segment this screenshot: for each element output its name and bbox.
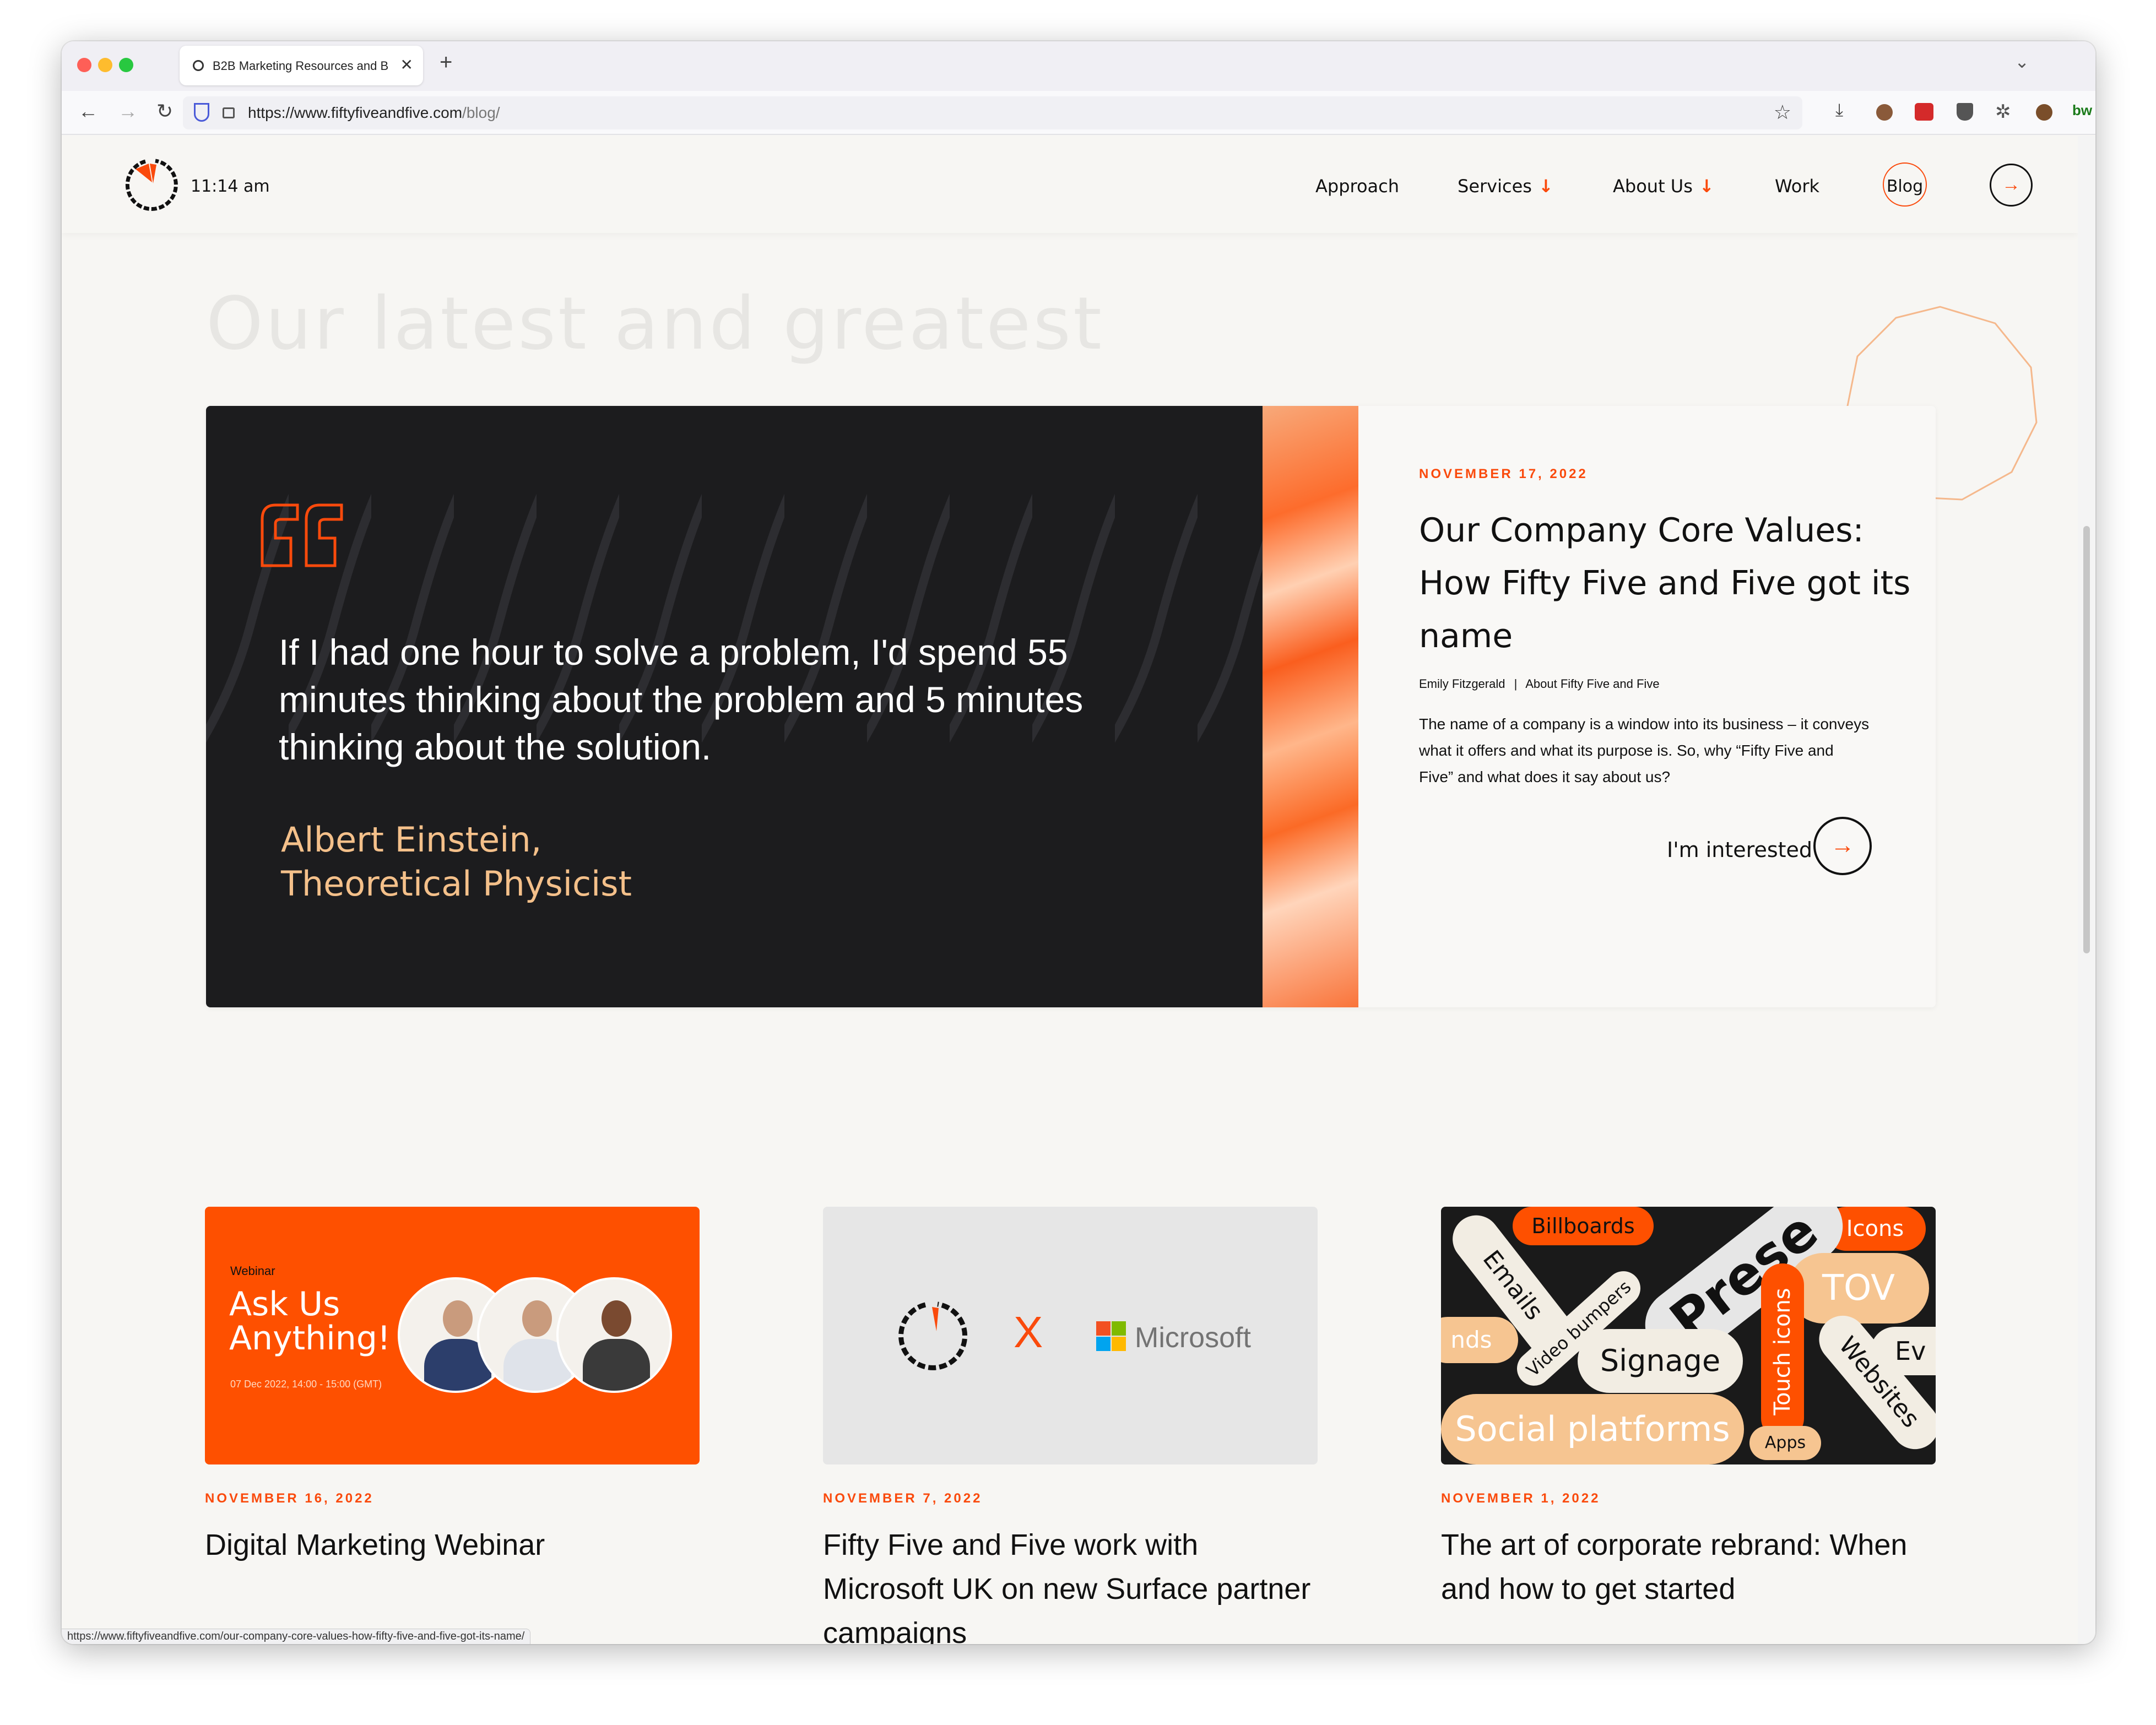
post-date: NOVEMBER 7, 2022 <box>823 1491 983 1506</box>
fifty-five-and-five-logo-icon <box>898 1301 968 1370</box>
word-pill: nds <box>1441 1317 1518 1363</box>
collaboration-x: X <box>1014 1308 1043 1357</box>
quote-author-name: Albert Einstein, <box>281 820 542 860</box>
featured-post-info: NOVEMBER 17, 2022 Our Company Core Value… <box>1358 406 1936 1007</box>
site-header: 11:14 am Approach Services ↓ About Us ↓ Wo… <box>62 136 2078 233</box>
tab-title: B2B Marketing Resources and B <box>213 59 389 73</box>
speaker-photo <box>556 1277 672 1393</box>
word-pill: TOV <box>1788 1253 1929 1323</box>
arrow-right-icon[interactable]: → <box>1813 817 1872 875</box>
tracking-protection-shield-icon[interactable] <box>194 103 209 122</box>
quote-author-role: Theoretical Physicist <box>281 864 632 904</box>
quote-author: Albert Einstein, Theoretical Physicist <box>281 818 632 906</box>
nav-services[interactable]: Services ↓ <box>1458 176 1553 197</box>
meta-separator: | <box>1514 677 1518 691</box>
url-text[interactable]: https://www.fiftyfiveandfive.com/blog/ <box>248 104 500 122</box>
browser-tab-active[interactable]: B2B Marketing Resources and B ✕ <box>180 46 423 85</box>
webinar-tag: Webinar <box>230 1264 275 1278</box>
nav-blog-label[interactable]: Blog <box>1883 177 1927 196</box>
post-thumbnail[interactable]: X Microsoft <box>823 1207 1318 1464</box>
post-thumbnail[interactable]: Billboards Icons Emails Prese TOV nds Vi… <box>1441 1207 1936 1464</box>
loading-icon <box>193 60 204 71</box>
webinar-heading-line1: Ask Us <box>229 1285 340 1323</box>
post-date: NOVEMBER 1, 2022 <box>1441 1491 1601 1506</box>
close-window-button[interactable] <box>77 58 91 72</box>
interested-link[interactable]: I'm interested <box>1667 838 1812 862</box>
background-heading: Our latest and greatest <box>206 281 1104 366</box>
orange-marble-strip <box>1263 406 1358 1007</box>
word-pill: Social platforms <box>1441 1394 1744 1464</box>
web-page: Our latest and greatest If I had one hou… <box>62 136 2078 1644</box>
post-title[interactable]: Fifty Five and Five work with Microsoft … <box>823 1523 1318 1644</box>
featured-post-title[interactable]: Our Company Core Values: How Fifty Five … <box>1419 504 1915 663</box>
downloads-icon[interactable]: ⤓ <box>1835 100 1843 121</box>
local-time: 11:14 am <box>191 177 270 196</box>
link-status-bar: https://www.fiftyfiveandfive.com/our-com… <box>62 1629 531 1644</box>
webinar-datetime: 07 Dec 2022, 14:00 - 15:00 (GMT) <box>230 1379 382 1390</box>
microsoft-logo-square <box>1112 1321 1126 1336</box>
quote-mark-icon <box>261 503 343 567</box>
microsoft-logo-icon <box>1096 1321 1110 1336</box>
fifty-five-and-five-logo-icon[interactable] <box>123 158 178 213</box>
post-date: NOVEMBER 16, 2022 <box>205 1491 374 1506</box>
vertical-scrollbar[interactable] <box>2078 136 2095 1644</box>
post-title[interactable]: The art of corporate rebrand: When and h… <box>1441 1523 1936 1611</box>
arrow-down-icon: ↓ <box>1538 176 1553 197</box>
microsoft-logo-square <box>1096 1337 1110 1351</box>
lock-icon[interactable] <box>223 107 235 118</box>
featured-post-meta: Emily Fitzgerald | About Fifty Five and … <box>1419 677 1660 691</box>
webinar-heading: Ask Us Anything! <box>229 1287 391 1355</box>
tab-list-chevron-icon[interactable]: ⌄ <box>2014 51 2029 72</box>
featured-post-author[interactable]: Emily Fitzgerald <box>1419 677 1505 691</box>
reload-button[interactable]: ↻ <box>156 100 173 123</box>
contact-arrow-icon[interactable]: → <box>1990 164 2033 207</box>
nav-label: Work <box>1775 176 1820 197</box>
browser-window: B2B Marketing Resources and B ✕ + ⌄ ← → … <box>62 41 2095 1644</box>
microsoft-wordmark: Microsoft <box>1135 1322 1251 1354</box>
zoom-window-button[interactable] <box>119 58 133 72</box>
featured-post-category[interactable]: About Fifty Five and Five <box>1525 677 1659 691</box>
bug-extension-icon[interactable]: ✲ <box>1995 101 2011 123</box>
post-title[interactable]: Digital Marketing Webinar <box>205 1523 700 1567</box>
scrollbar-thumb[interactable] <box>2083 526 2090 953</box>
nav-label: About Us <box>1613 176 1693 197</box>
microsoft-logo-square <box>1112 1337 1126 1351</box>
extension-icon[interactable] <box>1876 104 1893 121</box>
featured-post-excerpt: The name of a company is a window into i… <box>1419 715 1870 785</box>
tab-bar: B2B Marketing Resources and B ✕ + ⌄ <box>62 41 2095 91</box>
arrow-down-icon: ↓ <box>1699 176 1714 197</box>
word-pill: Billboards <box>1513 1207 1654 1245</box>
minimize-window-button[interactable] <box>98 58 112 72</box>
word-pill: Signage <box>1578 1329 1743 1393</box>
cookie-extension-icon[interactable] <box>2036 104 2052 121</box>
forward-button[interactable]: → <box>118 100 138 123</box>
close-tab-icon[interactable]: ✕ <box>400 56 413 74</box>
featured-post-card[interactable]: If I had one hour to solve a problem, I'… <box>206 406 1936 1007</box>
word-pill: Touch icons <box>1761 1263 1804 1440</box>
nav-approach[interactable]: Approach <box>1315 176 1399 197</box>
url-bar[interactable]: https://www.fiftyfiveandfive.com/blog/ ☆ <box>183 96 1802 129</box>
webinar-heading-line2: Anything! <box>229 1319 391 1358</box>
nav-about-us[interactable]: About Us ↓ <box>1613 176 1714 197</box>
nav-label: Services <box>1458 176 1532 197</box>
back-button[interactable]: ← <box>78 100 98 123</box>
new-tab-button[interactable]: + <box>440 50 452 75</box>
quote-text: If I had one hour to solve a problem, I'… <box>279 632 1084 767</box>
browser-toolbar: ← → ↻ https://www.fiftyfiveandfive.com/b… <box>62 91 2095 135</box>
post-thumbnail[interactable]: Webinar Ask Us Anything! 07 Dec 2022, 14… <box>205 1207 700 1464</box>
shield-extension-icon[interactable] <box>1957 103 1973 121</box>
bookmark-star-icon[interactable]: ☆ <box>1774 101 1791 124</box>
featured-quote-panel: If I had one hour to solve a problem, I'… <box>206 406 1263 1007</box>
extension-badge-icon[interactable] <box>1915 103 1933 121</box>
nav-work[interactable]: Work <box>1775 176 1819 197</box>
bw-extension-icon[interactable]: bw <box>2072 102 2092 119</box>
featured-post-date: NOVEMBER 17, 2022 <box>1419 466 1588 481</box>
nav-label: Approach <box>1315 176 1400 197</box>
word-pill: Apps <box>1749 1426 1821 1460</box>
